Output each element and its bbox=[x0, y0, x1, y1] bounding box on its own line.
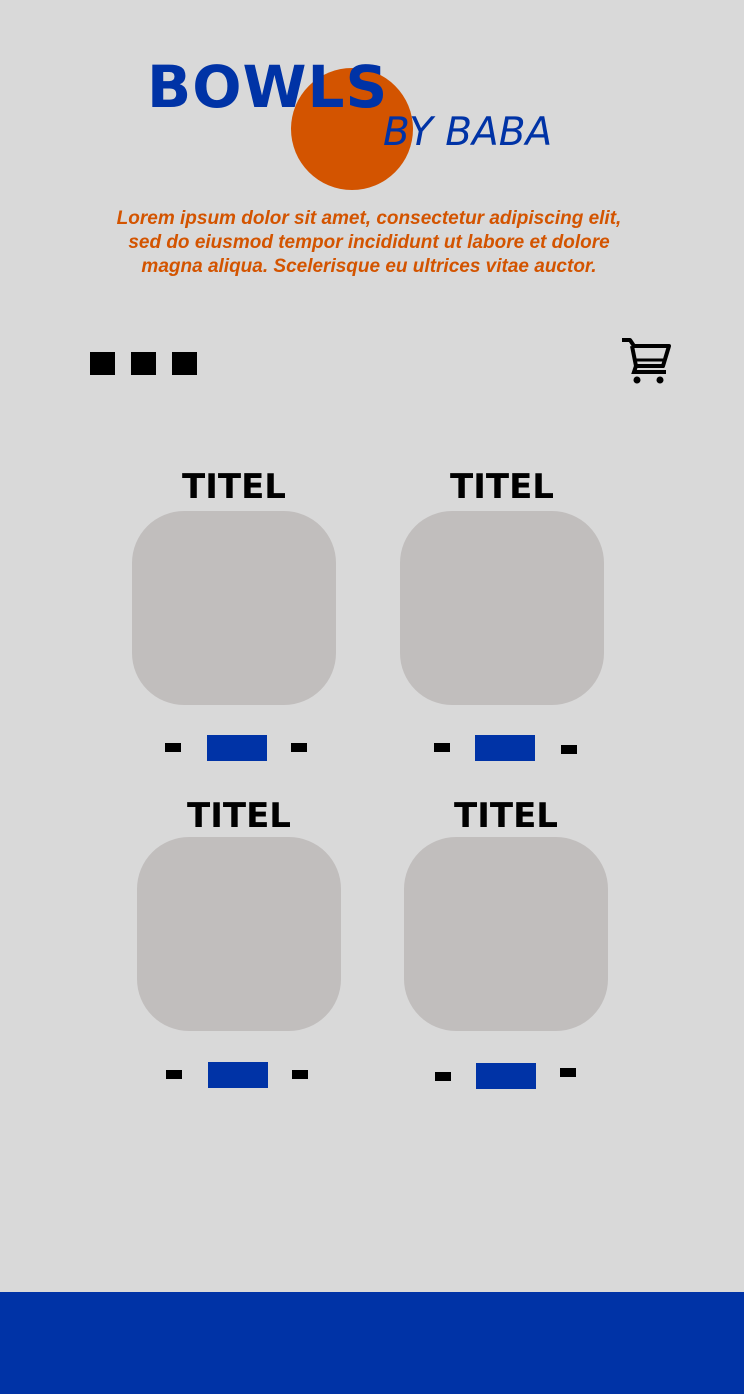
product-title: TITEL bbox=[454, 796, 558, 836]
quantity-field[interactable] bbox=[476, 1063, 536, 1089]
quantity-stepper bbox=[165, 735, 307, 761]
product-title: TITEL bbox=[450, 467, 554, 507]
cart-button[interactable] bbox=[620, 336, 672, 386]
tagline: Lorem ipsum dolor sit amet, consectetur … bbox=[116, 208, 622, 277]
increase-button[interactable] bbox=[291, 743, 307, 752]
decrease-button[interactable] bbox=[435, 1072, 451, 1081]
menu-square-icon bbox=[90, 352, 115, 375]
product-title: TITEL bbox=[187, 796, 291, 836]
quantity-field[interactable] bbox=[475, 735, 535, 761]
menu-square-icon bbox=[131, 352, 156, 375]
decrease-button[interactable] bbox=[434, 743, 450, 752]
product-image[interactable] bbox=[137, 837, 341, 1031]
footer-bar bbox=[0, 1292, 744, 1394]
increase-button[interactable] bbox=[561, 745, 577, 754]
product-image[interactable] bbox=[400, 511, 604, 705]
product-card[interactable]: TITEL bbox=[400, 467, 604, 761]
product-card[interactable]: TITEL bbox=[137, 796, 341, 1088]
product-title: TITEL bbox=[182, 467, 286, 507]
decrease-button[interactable] bbox=[165, 743, 181, 752]
menu-button[interactable] bbox=[90, 352, 197, 375]
quantity-field[interactable] bbox=[207, 735, 267, 761]
product-image[interactable] bbox=[404, 837, 608, 1031]
quantity-stepper bbox=[435, 1062, 578, 1089]
product-card[interactable]: TITEL bbox=[132, 467, 336, 761]
shopping-cart-icon bbox=[622, 338, 671, 384]
brand-subtitle: BY BABA bbox=[383, 110, 553, 155]
increase-button[interactable] bbox=[292, 1070, 308, 1079]
product-image[interactable] bbox=[132, 511, 336, 705]
brand-title: BOWLS bbox=[147, 53, 389, 121]
decrease-button[interactable] bbox=[166, 1070, 182, 1079]
quantity-stepper bbox=[166, 1062, 308, 1088]
menu-square-icon bbox=[172, 352, 197, 375]
increase-button[interactable] bbox=[560, 1068, 576, 1077]
product-card[interactable]: TITEL bbox=[404, 796, 608, 1089]
quantity-field[interactable] bbox=[208, 1062, 268, 1088]
quantity-stepper bbox=[434, 735, 577, 761]
